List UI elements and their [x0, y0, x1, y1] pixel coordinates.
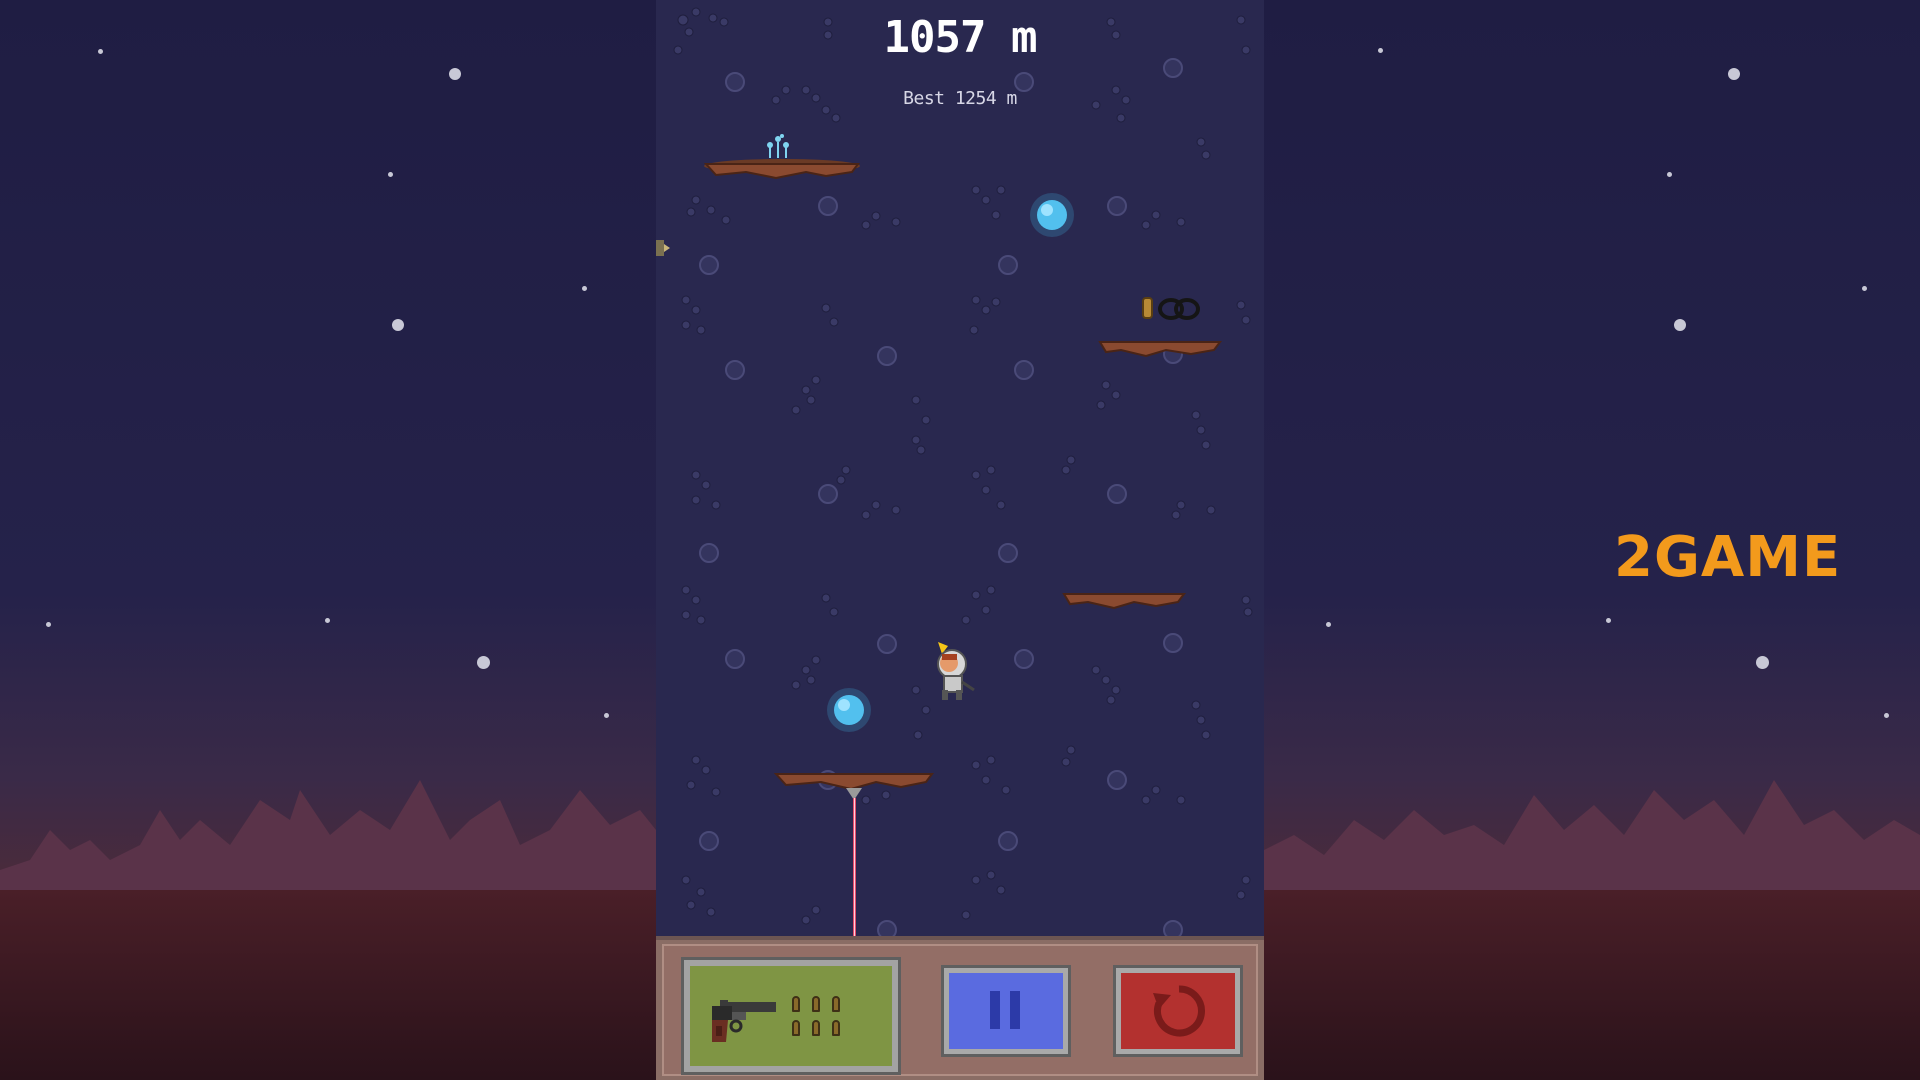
star — [1667, 172, 1672, 177]
infinite-ammo-pickup — [1142, 297, 1200, 320]
rock-silhouette — [1264, 780, 1920, 910]
star — [1378, 48, 1383, 53]
star — [1862, 286, 1867, 291]
star — [98, 49, 103, 54]
weapon-button[interactable] — [681, 957, 901, 1075]
revolver-icon — [712, 1000, 776, 1042]
star — [1606, 618, 1611, 623]
control-bar — [656, 936, 1264, 1080]
restart-icon — [1153, 985, 1205, 1037]
star — [46, 622, 51, 627]
bullet-icon — [792, 1020, 800, 1036]
bullet-icon — [812, 1020, 820, 1036]
star — [325, 618, 330, 623]
platform — [1098, 341, 1222, 358]
star — [1728, 68, 1740, 80]
blue-orb — [1030, 193, 1074, 237]
right-backdrop: 2GAME — [1264, 0, 1920, 1080]
restart-button[interactable] — [1113, 965, 1243, 1057]
platform — [703, 159, 860, 180]
crystal-plant — [767, 134, 789, 158]
wall-gadget — [656, 240, 670, 256]
control-bar-panel — [662, 944, 1258, 1076]
2game-logo: 2GAME — [1614, 525, 1842, 590]
bullet-icon — [832, 996, 840, 1012]
game-viewport[interactable]: 1057 m Best 1254 m — [656, 0, 1264, 1080]
game-field — [656, 7, 1253, 936]
star — [388, 172, 393, 177]
ammo-counter — [792, 996, 848, 1036]
star — [392, 319, 404, 331]
bullet-icon — [812, 996, 820, 1012]
pause-icon — [990, 991, 1020, 1029]
distance-score: 1057 m — [883, 12, 1038, 63]
background-rings — [699, 58, 1183, 936]
left-backdrop — [0, 0, 656, 1080]
laser-turret — [846, 788, 862, 936]
blue-orb — [827, 688, 871, 732]
ground — [0, 890, 656, 1080]
astronaut-player — [937, 642, 975, 700]
bullet-icon — [792, 996, 800, 1012]
star — [582, 286, 587, 291]
star — [1884, 713, 1889, 718]
star — [604, 713, 609, 718]
star — [1326, 622, 1331, 627]
best-score: Best 1254 m — [903, 88, 1017, 109]
background-dots — [673, 7, 1253, 925]
platform — [1062, 593, 1186, 610]
star — [1756, 656, 1769, 669]
bullet-icon — [832, 1020, 840, 1036]
star — [449, 68, 461, 80]
rock-silhouette — [0, 780, 656, 910]
star — [477, 656, 490, 669]
pause-button[interactable] — [941, 965, 1071, 1057]
star — [1674, 319, 1686, 331]
ground — [1264, 890, 1920, 1080]
platform — [773, 773, 934, 791]
